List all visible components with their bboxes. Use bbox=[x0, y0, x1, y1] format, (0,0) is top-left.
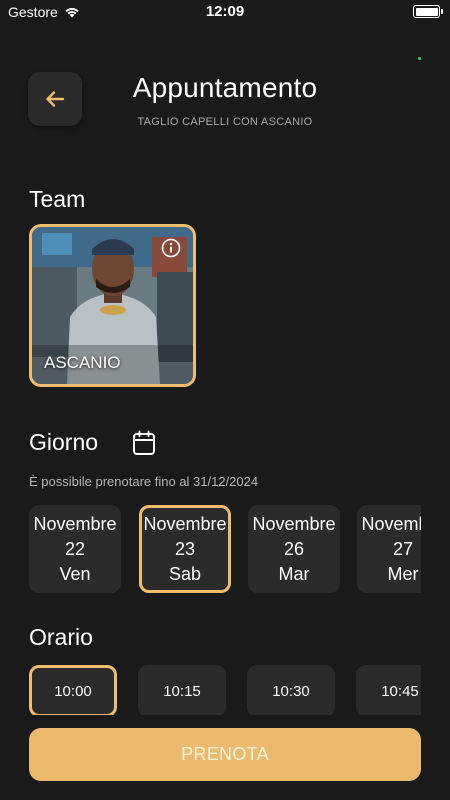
page-subtitle: TAGLIO CAPELLI CON ASCANIO bbox=[137, 116, 313, 128]
day-heading: Giorno bbox=[29, 429, 99, 455]
indicator-dot bbox=[418, 57, 421, 60]
battery-icon bbox=[413, 5, 443, 18]
day-month: Novembre bbox=[33, 513, 117, 534]
day-date: 26 bbox=[283, 538, 305, 559]
day-month: Novembre bbox=[143, 513, 227, 534]
team-heading: Team bbox=[29, 186, 86, 212]
time-selector[interactable]: 10:00 10:15 10:30 10:45 bbox=[29, 665, 421, 715]
day-date: 27 bbox=[392, 538, 414, 559]
day-month: Novembre bbox=[361, 513, 421, 534]
day-date: 22 bbox=[64, 538, 86, 559]
page-title: Appuntamento bbox=[132, 72, 318, 103]
arrow-left-icon bbox=[46, 91, 65, 107]
day-option[interactable]: Novembre 26 Mar bbox=[248, 505, 340, 593]
status-bar: Gestore 12:09 bbox=[0, 0, 450, 26]
book-button[interactable]: PRENOTA bbox=[29, 728, 421, 781]
calendar-icon[interactable] bbox=[132, 430, 156, 456]
day-weekday: Sab bbox=[168, 563, 202, 584]
time-option-selected[interactable]: 10:00 bbox=[29, 665, 117, 715]
day-weekday: Mar bbox=[278, 563, 310, 584]
info-icon[interactable] bbox=[161, 238, 181, 258]
day-option[interactable]: Novembre 27 Mer bbox=[357, 505, 421, 593]
day-option[interactable]: Novembre 22 Ven bbox=[29, 505, 121, 593]
day-weekday: Ven bbox=[59, 563, 91, 584]
booking-limit-note: È possibile prenotare fino al 31/12/2024 bbox=[29, 474, 259, 489]
back-button[interactable] bbox=[28, 72, 82, 126]
day-option-selected[interactable]: Novembre 23 Sab bbox=[139, 505, 231, 593]
day-month: Novembre bbox=[252, 513, 336, 534]
time-heading: Orario bbox=[29, 624, 93, 650]
time-option[interactable]: 10:45 bbox=[356, 665, 421, 715]
day-date: 23 bbox=[174, 538, 196, 559]
team-member-card[interactable]: ASCANIO bbox=[29, 224, 196, 387]
day-weekday: Mer bbox=[387, 563, 419, 584]
status-time: 12:09 bbox=[205, 3, 245, 20]
team-member-name: ASCANIO bbox=[44, 353, 121, 372]
time-option[interactable]: 10:15 bbox=[138, 665, 226, 715]
time-option[interactable]: 10:30 bbox=[247, 665, 335, 715]
day-selector[interactable]: Novembre 22 Ven Novembre 23 Sab Novembre… bbox=[29, 505, 421, 595]
